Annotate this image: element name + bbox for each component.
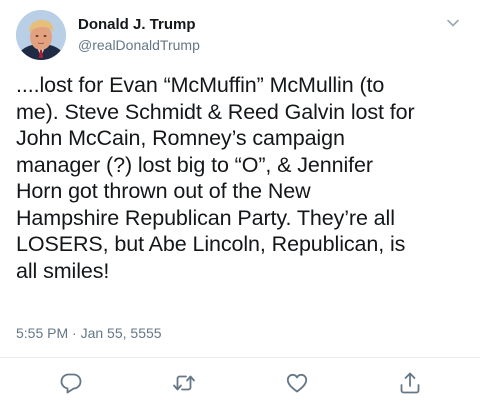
- heart-icon[interactable]: [284, 370, 310, 396]
- share-icon[interactable]: [397, 370, 423, 396]
- tweet-actions: [0, 370, 480, 398]
- tweet-timestamp[interactable]: 5:55 PM · Jan 55, 5555: [16, 325, 162, 341]
- avatar-image: [16, 10, 66, 60]
- tweet-header: Donald J. Trump @realDonaldTrump: [16, 10, 464, 60]
- retweet-icon[interactable]: [171, 370, 197, 396]
- chevron-down-icon[interactable]: [444, 14, 462, 32]
- timestamp-separator: ·: [72, 325, 77, 341]
- tweet-card: Donald J. Trump @realDonaldTrump ....los…: [0, 0, 480, 410]
- tweet-date: Jan 55, 5555: [80, 325, 162, 341]
- reply-icon[interactable]: [58, 370, 84, 396]
- divider: [0, 357, 480, 358]
- display-name[interactable]: Donald J. Trump: [78, 16, 196, 33]
- user-handle[interactable]: @realDonaldTrump: [78, 37, 200, 53]
- tweet-time: 5:55 PM: [16, 325, 69, 341]
- tweet-text: ....lost for Evan “McMuffin” McMullin (t…: [16, 73, 415, 283]
- avatar[interactable]: [16, 10, 66, 60]
